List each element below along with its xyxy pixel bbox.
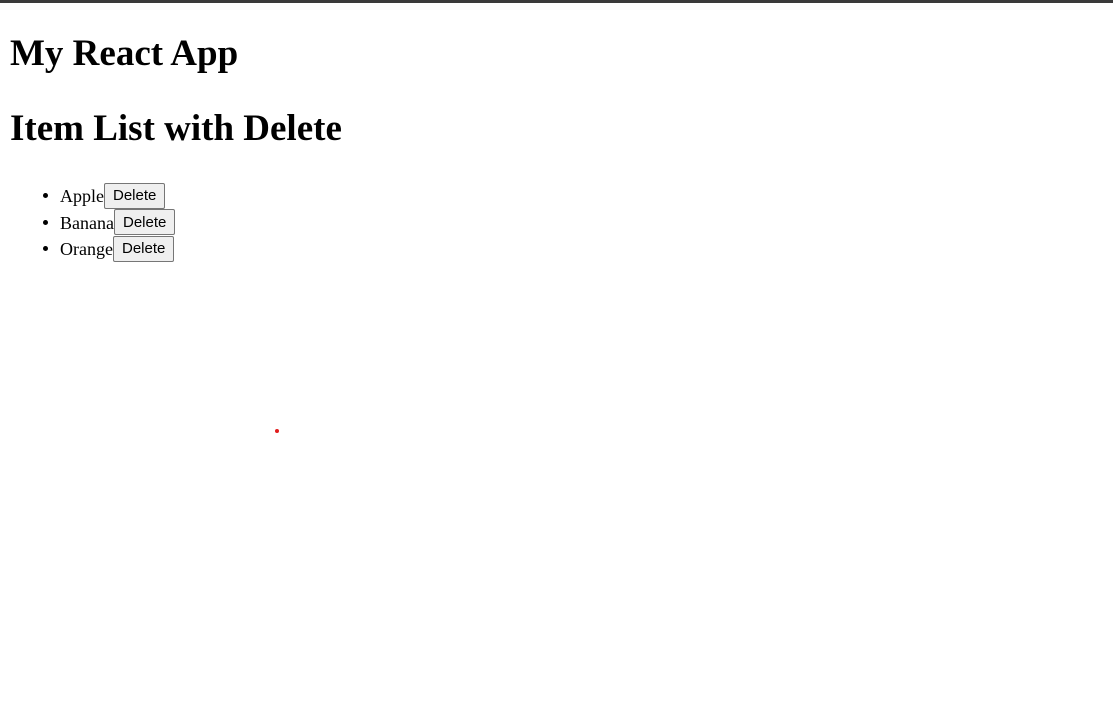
list-heading: Item List with Delete xyxy=(10,108,342,149)
list-item: BananaDelete xyxy=(60,209,1103,236)
app-title: My React App xyxy=(10,33,239,74)
item-label: Apple xyxy=(60,185,104,206)
list-item: AppleDelete xyxy=(60,182,1103,209)
delete-orange-button[interactable]: Delete xyxy=(112,235,175,262)
cursor-marker-icon xyxy=(275,429,279,433)
list-item: OrangeDelete xyxy=(60,235,1103,262)
delete-banana-button[interactable]: Delete xyxy=(113,209,176,236)
item-list: AppleDelete BananaDelete OrangeDelete xyxy=(10,182,1103,262)
delete-apple-button[interactable]: Delete xyxy=(104,182,166,209)
app-root: My React App Item List with Delete Apple… xyxy=(10,3,1103,262)
item-label: Banana xyxy=(60,212,114,233)
item-label: Orange xyxy=(60,238,113,259)
